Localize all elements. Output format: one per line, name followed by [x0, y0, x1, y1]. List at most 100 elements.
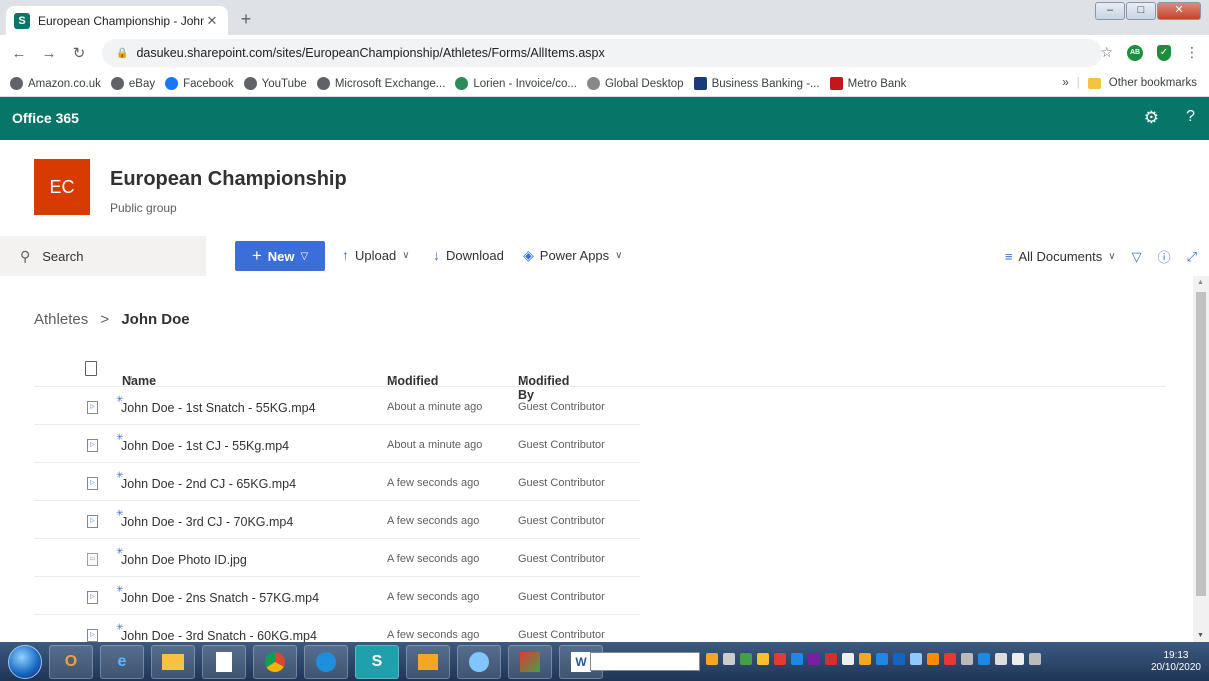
file-modified: A few seconds ago [387, 477, 480, 489]
tray-icon[interactable] [740, 653, 752, 665]
tray-icon[interactable] [910, 653, 922, 665]
office365-brand[interactable]: Office 365 [12, 110, 79, 126]
file-modified-by[interactable]: Guest Contributor [518, 439, 605, 451]
new-button[interactable]: + New ▽ [235, 241, 325, 271]
tray-icon[interactable] [774, 653, 786, 665]
breadcrumb-parent[interactable]: Athletes [34, 311, 88, 328]
file-name-link[interactable]: John Doe - 2nd CJ - 65KG.mp4 [121, 477, 296, 491]
outlook-taskbar-icon[interactable]: O [49, 644, 93, 679]
table-row[interactable]: ▷ ✳ John Doe - 3rd CJ - 70KG.mp4 A few seco… [34, 501, 640, 539]
bookmark-item[interactable]: Metro Bank [829, 77, 906, 90]
view-switcher[interactable]: ≡ All Documents ∨ [1005, 249, 1116, 264]
skype-taskbar-icon[interactable]: S [355, 644, 399, 679]
bookmark-star-icon[interactable]: ☆ [1100, 44, 1113, 61]
maximize-button[interactable]: □ [1126, 2, 1156, 20]
tray-icon[interactable] [825, 653, 837, 665]
file-name-link[interactable]: John Doe - 1st CJ - 55Kg.mp4 [121, 439, 289, 453]
reload-icon[interactable]: ↻ [68, 44, 90, 62]
file-modified-by[interactable]: Guest Contributor [518, 553, 605, 565]
other-bookmarks[interactable]: Other bookmarks [1109, 77, 1197, 89]
vertical-scrollbar[interactable]: ▲ ▼ [1193, 276, 1209, 642]
site-title[interactable]: European Championship [110, 168, 347, 191]
tray-icon[interactable] [893, 653, 905, 665]
tray-icon[interactable] [876, 653, 888, 665]
bookmark-item[interactable]: Global Desktop [586, 77, 684, 90]
file-name-link[interactable]: John Doe - 2ns Snatch - 57KG.mp4 [121, 591, 319, 605]
file-modified-by[interactable]: Guest Contributor [518, 515, 605, 527]
system-clock[interactable]: 19:13 20/10/2020 [1151, 650, 1201, 674]
tray-icon[interactable] [757, 653, 769, 665]
power-apps-button[interactable]: ◈ Power Apps ∨ [523, 247, 622, 264]
tray-icon[interactable] [706, 653, 718, 665]
forward-arrow-icon[interactable]: → [38, 45, 60, 62]
file-modified-by[interactable]: Guest Contributor [518, 477, 605, 489]
tab-close-icon[interactable]: ✕ [204, 13, 220, 29]
extension-avatar-icon[interactable]: AB [1127, 44, 1143, 61]
file-name-link[interactable]: John Doe - 1st Snatch - 55KG.mp4 [121, 401, 316, 415]
table-row[interactable]: ▷ ✳ John Doe - 1st Snatch - 55KG.mp4 About … [34, 387, 640, 425]
file-name-link[interactable]: John Doe - 3rd CJ - 70KG.mp4 [121, 515, 293, 529]
flag-icon[interactable] [1012, 653, 1024, 665]
tray-icon[interactable] [944, 653, 956, 665]
download-button[interactable]: ↓ Download [433, 247, 504, 263]
bookmark-item[interactable]: Microsoft Exchange... [316, 77, 445, 90]
media-taskbar-icon[interactable] [406, 644, 450, 679]
upload-button[interactable]: ↑ Upload ∨ [342, 247, 410, 263]
tray-icon[interactable] [842, 653, 854, 665]
tray-icon[interactable] [791, 653, 803, 665]
file-explorer-taskbar-icon[interactable] [151, 644, 195, 679]
minimize-button[interactable]: – [1095, 2, 1125, 20]
security-shield-icon[interactable]: ✓ [1157, 44, 1171, 61]
filter-icon[interactable]: ▽ [1132, 249, 1142, 265]
bookmark-item[interactable]: Lorien - Invoice/co... [455, 77, 577, 90]
table-row[interactable]: ▭ ✳ John Doe Photo ID.jpg A few seconds ago… [34, 539, 640, 577]
url-field[interactable]: 🔒 dasukeu.sharepoint.com/sites/EuropeanC… [102, 39, 1102, 67]
scroll-down-arrow-icon[interactable]: ▼ [1197, 632, 1204, 639]
help-button[interactable]: ? [1186, 108, 1195, 126]
new-tab-button[interactable]: + [236, 10, 256, 30]
edge-taskbar-icon[interactable] [304, 644, 348, 679]
start-button[interactable] [8, 644, 42, 679]
info-icon[interactable]: ⓘ [1158, 247, 1171, 266]
internet-explorer-taskbar-icon[interactable]: e [100, 644, 144, 679]
tray-icon[interactable] [1029, 653, 1041, 665]
tray-icon[interactable] [859, 653, 871, 665]
tray-icon[interactable] [808, 653, 820, 665]
bookmark-item[interactable]: Amazon.co.uk [10, 77, 101, 90]
search-input[interactable]: ⚲ Search [0, 236, 206, 276]
file-name-link[interactable]: John Doe - 3rd Snatch - 60KG.mp4 [121, 629, 317, 643]
bank-icon [693, 77, 707, 90]
back-arrow-icon[interactable]: ← [8, 45, 30, 62]
scroll-up-arrow-icon[interactable]: ▲ [1197, 279, 1204, 286]
taskbar-search-input[interactable] [590, 652, 700, 671]
bookmark-item[interactable]: Business Banking -... [693, 77, 820, 90]
signal-icon[interactable] [995, 653, 1007, 665]
site-logo[interactable]: EC [34, 159, 90, 215]
browser-menu-icon[interactable]: ⋮ [1185, 44, 1199, 61]
scrollbar-thumb[interactable] [1196, 292, 1206, 596]
tray-icon[interactable] [927, 653, 939, 665]
table-row[interactable]: ▷ ✳ John Doe - 1st CJ - 55Kg.mp4 About a mi… [34, 425, 640, 463]
settings-gear-icon[interactable]: ⚙ [1144, 108, 1159, 128]
bookmark-item[interactable]: eBay [110, 77, 155, 90]
network-icon[interactable] [978, 653, 990, 665]
bookmarks-overflow-button[interactable]: » [1062, 77, 1068, 89]
app-taskbar-icon[interactable] [457, 644, 501, 679]
file-modified-by[interactable]: Guest Contributor [518, 401, 605, 413]
table-row[interactable]: ▷ ✳ John Doe - 2ns Snatch - 57KG.mp4 A few … [34, 577, 640, 615]
chrome-taskbar-icon[interactable] [253, 644, 297, 679]
bookmark-item[interactable]: YouTube [243, 77, 307, 90]
file-modified-by[interactable]: Guest Contributor [518, 591, 605, 603]
window-close-button[interactable]: ✕ [1157, 2, 1201, 20]
browser-tab[interactable]: S European Championship - John D ✕ [6, 6, 228, 35]
file-modified-by[interactable]: Guest Contributor [518, 629, 605, 641]
tray-icon[interactable] [723, 653, 735, 665]
bookmark-item[interactable]: Facebook [165, 77, 234, 90]
file-name-link[interactable]: John Doe Photo ID.jpg [121, 553, 247, 567]
photos-taskbar-icon[interactable] [508, 644, 552, 679]
table-row[interactable]: ▷ ✳ John Doe - 2nd CJ - 65KG.mp4 A few seco… [34, 463, 640, 501]
expand-icon[interactable]: ⤢ [1187, 249, 1197, 265]
file-type-header-icon[interactable] [85, 361, 97, 376]
volume-icon[interactable] [961, 653, 973, 665]
document-taskbar-icon[interactable] [202, 644, 246, 679]
